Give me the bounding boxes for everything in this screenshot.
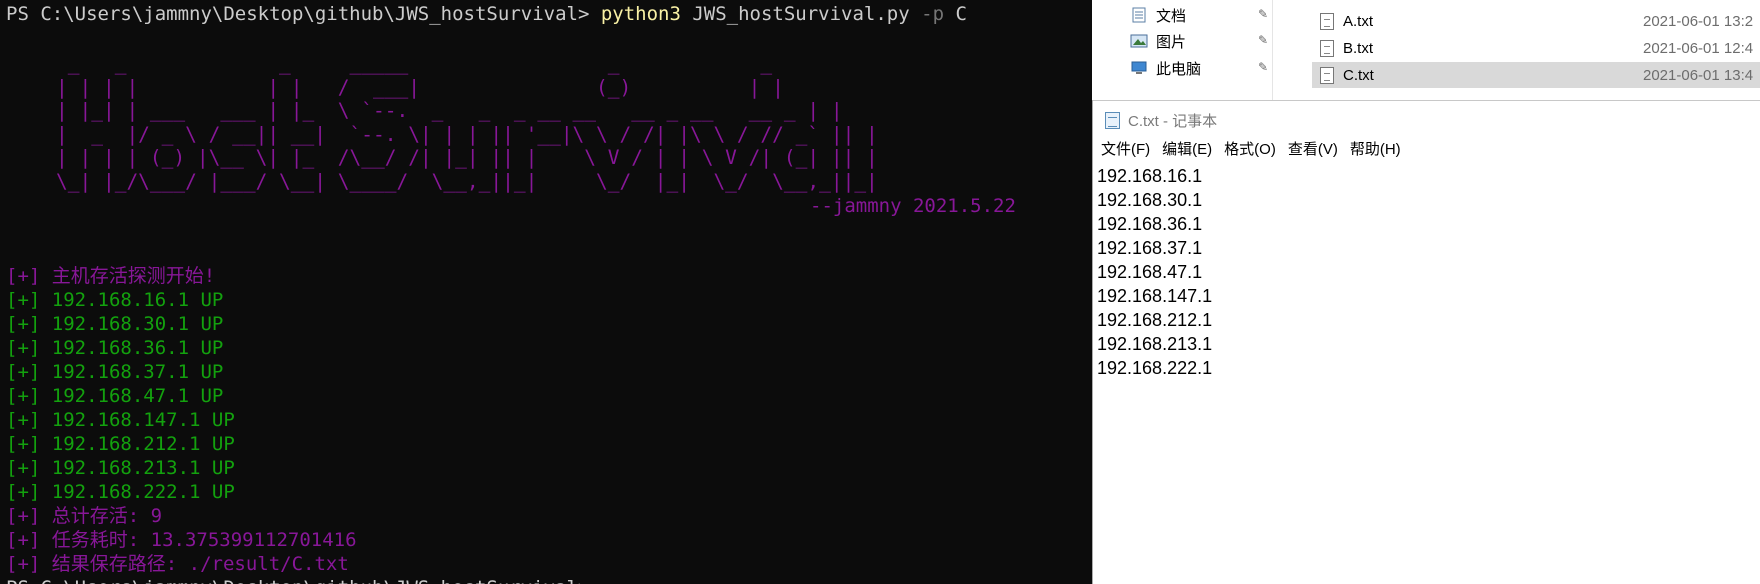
pictures-icon [1130,34,1148,48]
output-line: [+] 192.168.16.1 UP [6,289,224,311]
command-flag-value: C [944,3,967,25]
menu-help[interactable]: 帮助(H) [1350,138,1401,162]
notepad-text-area[interactable]: 192.168.16.1 192.168.30.1 192.168.36.1 1… [1097,164,1212,380]
file-row[interactable]: B.txt 2021-06-01 12:4 [1312,35,1760,61]
text-line: 192.168.37.1 [1097,238,1203,258]
notepad-icon [1105,111,1120,129]
pin-icon[interactable]: ✎ [1258,7,1270,21]
explorer-nav-pane: 文档 ✎ 图片 ✎ 此电脑 ✎ [1092,0,1273,100]
menu-view[interactable]: 查看(V) [1288,138,1338,162]
file-date: 2021-06-01 13:2 [1643,12,1754,30]
file-name: C.txt [1343,66,1374,84]
output-line: [+] 总计存活: 9 [6,505,163,527]
notepad-title-bar[interactable]: C.txt - 记事本 [1093,100,1760,139]
next-prompt: PS C:\Users\jammny\Desktop\github\JWS_ho… [6,576,589,584]
pin-icon[interactable]: ✎ [1258,33,1270,47]
command-args: JWS_hostSurvival.py [680,3,922,25]
text-line: 192.168.30.1 [1097,190,1203,210]
output-line: [+] 192.168.37.1 UP [6,361,224,383]
output-line: [+] 主机存活探测开始! [6,265,216,287]
output-line: [+] 192.168.36.1 UP [6,337,224,359]
documents-icon [1132,7,1146,23]
nav-item-label: 文档 [1156,7,1187,25]
nav-item-label: 此电脑 [1156,60,1202,78]
nav-item-documents[interactable]: 文档 ✎ [1130,2,1270,28]
file-row-selected[interactable]: C.txt 2021-06-01 13:4 [1312,62,1760,88]
text-line: 192.168.16.1 [1097,166,1203,186]
text-line: 192.168.212.1 [1097,310,1213,330]
menu-edit[interactable]: 编辑(E) [1162,138,1212,162]
text-line: 192.168.222.1 [1097,358,1213,378]
output-line: [+] 任务耗时: 13.375399112701416 [6,529,357,551]
output-line: [+] 192.168.147.1 UP [6,409,235,431]
notepad-menu-bar: 文件(F) 编辑(E) 格式(O) 查看(V) 帮助(H) [1093,138,1405,162]
ascii-banner: _ _ _ _____ _ _ | | | | | | / ___| (_) |… [56,52,878,193]
terminal-window[interactable]: PS C:\Users\jammny\Desktop\github\JWS_ho… [0,0,1092,584]
file-name: A.txt [1343,12,1374,30]
output-line: [+] 192.168.47.1 UP [6,385,224,407]
notepad-title: C.txt - 记事本 [1128,112,1218,130]
text-line: 192.168.47.1 [1097,262,1203,282]
nav-item-pictures[interactable]: 图片 ✎ [1130,28,1270,54]
nav-item-label: 图片 [1156,33,1187,51]
output-line: [+] 192.168.30.1 UP [6,313,224,335]
banner-author: --jammny 2021.5.22 [810,195,1016,217]
command-flag: -p [921,3,945,25]
text-file-icon [1320,66,1334,84]
output-lines: [+] 主机存活探测开始! [+] 192.168.16.1 UP [+] 19… [6,264,357,576]
file-explorer: 文档 ✎ 图片 ✎ 此电脑 ✎ A.txt 2021-06-01 13:2 B.… [1092,0,1760,100]
menu-format[interactable]: 格式(O) [1224,138,1276,162]
output-line: [+] 192.168.213.1 UP [6,457,235,479]
command-name: python3 [600,3,681,25]
text-line: 192.168.36.1 [1097,214,1203,234]
terminal-prompt: PS C:\Users\jammny\Desktop\github\JWS_ho… [6,3,601,25]
file-date: 2021-06-01 12:4 [1643,39,1754,57]
output-line: [+] 192.168.212.1 UP [6,433,235,455]
text-file-icon [1320,12,1334,30]
file-row[interactable]: A.txt 2021-06-01 13:2 [1312,8,1760,34]
menu-file[interactable]: 文件(F) [1101,138,1150,162]
output-line: [+] 结果保存路径: ./result/C.txt [6,553,349,575]
this-pc-icon [1131,61,1147,74]
notepad-window: C.txt - 记事本 文件(F) 编辑(E) 格式(O) 查看(V) 帮助(H… [1092,100,1760,584]
pin-icon[interactable]: ✎ [1258,60,1270,74]
text-file-icon [1320,39,1334,57]
output-line: [+] 192.168.222.1 UP [6,481,235,503]
text-line: 192.168.213.1 [1097,334,1213,354]
file-date: 2021-06-01 13:4 [1643,66,1754,84]
file-name: B.txt [1343,39,1374,57]
command-line: PS C:\Users\jammny\Desktop\github\JWS_ho… [6,2,967,26]
text-line: 192.168.147.1 [1097,286,1213,306]
nav-item-this-pc[interactable]: 此电脑 ✎ [1130,55,1270,81]
